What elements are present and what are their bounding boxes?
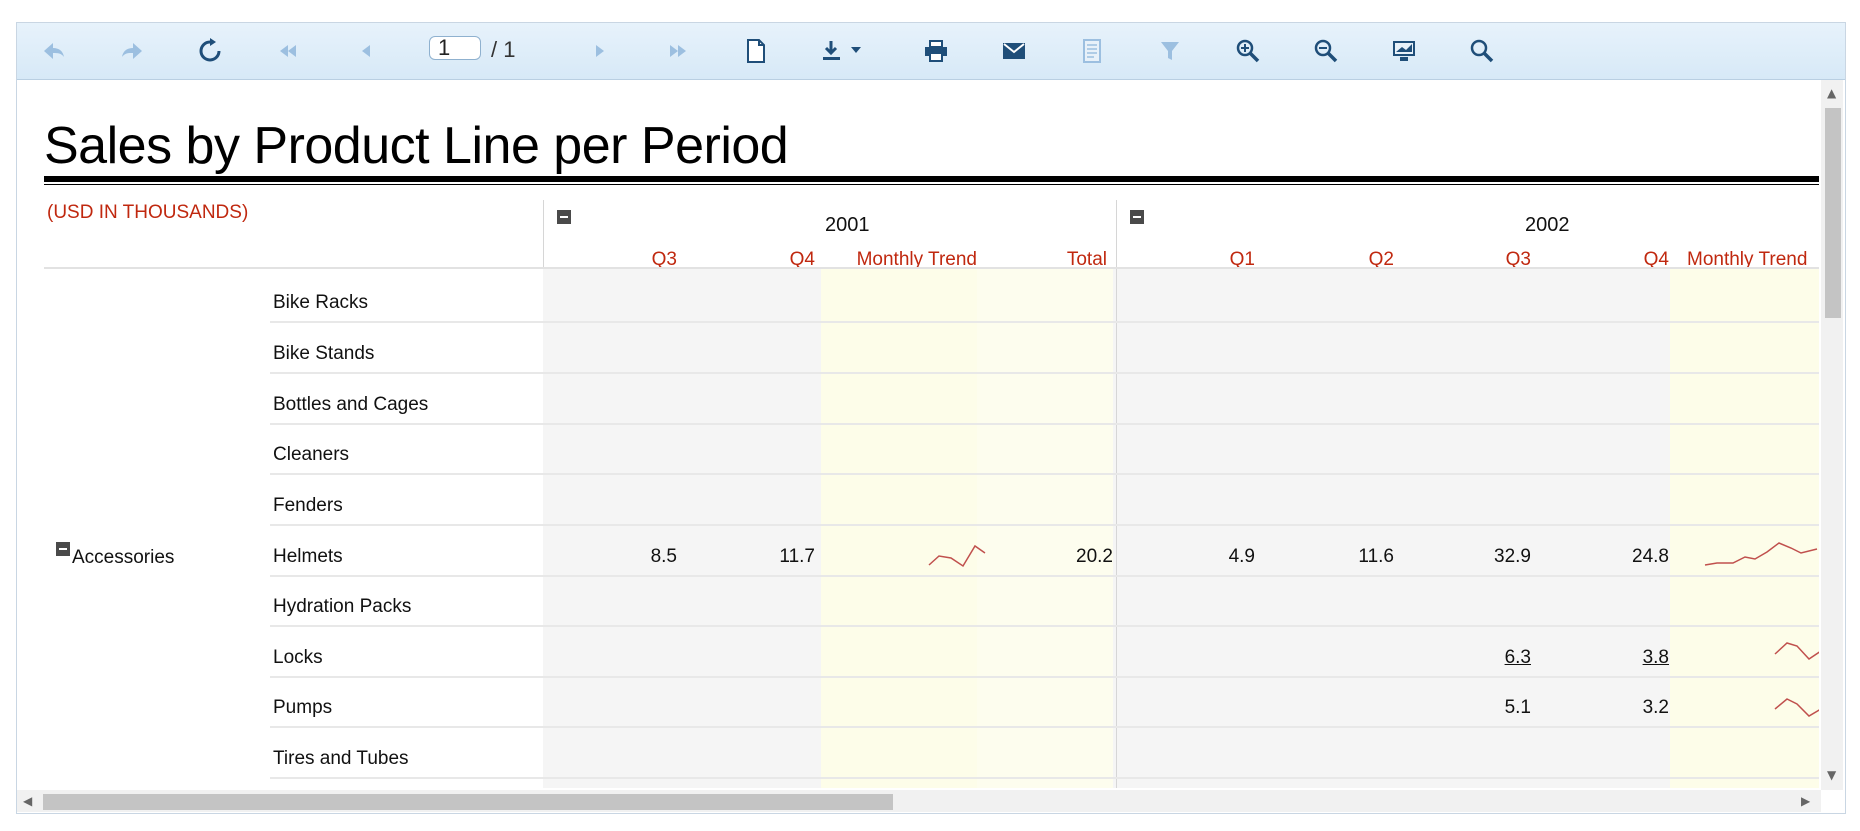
product-label: Bottles and Cages [273, 394, 429, 415]
next-page-icon[interactable] [585, 36, 615, 66]
horizontal-scrollbar[interactable]: ◀ ▶ [17, 790, 1821, 812]
scroll-left-icon[interactable]: ◀ [23, 794, 32, 808]
sparkline-helmets-2001 [928, 544, 986, 568]
collapse-accessories-icon[interactable] [56, 542, 70, 556]
prev-page-icon[interactable] [351, 36, 381, 66]
vertical-scroll-thumb[interactable] [1825, 108, 1841, 318]
cell-pumps-2002-q3: 5.1 [1504, 697, 1531, 718]
cell-helmets-2001-total: 20.2 [1076, 546, 1113, 567]
year-divider [1116, 269, 1117, 788]
sparkline-pumps-2002 [1774, 698, 1819, 717]
units-label: (USD IN THOUSANDS) [47, 202, 249, 223]
toolbar: / 1 [17, 23, 1845, 80]
row-divider [270, 321, 1819, 323]
scroll-down-icon[interactable]: ▼ [1827, 768, 1836, 782]
scroll-right-icon[interactable]: ▶ [1801, 794, 1810, 808]
product-label: Bike Stands [273, 343, 375, 364]
product-label: Bike Racks [273, 292, 369, 313]
year-2001: 2001 [825, 214, 870, 236]
product-label: Cleaners [273, 444, 350, 465]
cell-locks-2002-q3-link[interactable]: 6.3 [1431, 647, 1531, 669]
category-accessories: Accessories [72, 547, 175, 568]
page-number-input[interactable] [429, 36, 481, 60]
cell-locks-2002-q4-link[interactable]: 3.8 [1569, 647, 1669, 669]
row-divider [270, 726, 1819, 728]
scroll-up-icon[interactable]: ▲ [1827, 86, 1836, 100]
page-setup-icon[interactable] [741, 36, 771, 66]
row-divider [270, 473, 1819, 475]
fullscreen-icon[interactable] [1389, 36, 1419, 66]
report-title: Sales by Product Line per Period [44, 117, 789, 175]
row-divider [270, 372, 1819, 374]
zoom-in-icon[interactable] [1233, 36, 1263, 66]
product-label: Tires and Tubes [273, 748, 409, 769]
cell-helmets-2002-q3: 32.9 [1494, 546, 1531, 567]
product-label: Hydration Packs [273, 596, 412, 617]
collapse-2001-icon[interactable] [557, 210, 571, 224]
row-divider [270, 575, 1819, 577]
total-column-2001 [977, 269, 1113, 788]
row-divider [270, 777, 1819, 779]
title-rule-thin [44, 184, 1819, 185]
print-icon[interactable] [921, 36, 951, 66]
header-divider [1116, 200, 1117, 267]
product-label: Pumps [273, 697, 333, 718]
product-label: Locks [273, 647, 323, 668]
row-divider [270, 524, 1819, 526]
row-divider [270, 625, 1819, 627]
forward-icon[interactable] [117, 36, 147, 66]
cell-helmets-2002-q2: 11.6 [1358, 546, 1394, 567]
cell-helmets-2002-q1: 4.9 [1228, 546, 1255, 567]
back-icon[interactable] [39, 36, 69, 66]
header-divider [543, 200, 544, 267]
sparkline-helmets-2002 [1704, 542, 1818, 566]
cell-helmets-2001-q4: 11.7 [779, 546, 815, 567]
horizontal-scroll-thumb[interactable] [43, 794, 893, 810]
row-divider [270, 423, 1819, 425]
document-map-icon[interactable] [1077, 36, 1107, 66]
title-rule [44, 176, 1819, 182]
email-icon[interactable] [999, 36, 1029, 66]
last-page-icon[interactable] [663, 36, 693, 66]
trend-column-2001 [821, 269, 977, 788]
report-content: Sales by Product Line per Period (USD IN… [17, 80, 1819, 788]
sparkline-locks-2002 [1774, 642, 1819, 660]
export-icon[interactable] [819, 36, 871, 66]
row-divider [270, 676, 1819, 678]
product-label: Fenders [273, 495, 343, 516]
collapse-2002-icon[interactable] [1130, 210, 1144, 224]
filter-icon[interactable] [1155, 36, 1185, 66]
refresh-icon[interactable] [195, 36, 225, 66]
zoom-out-icon[interactable] [1311, 36, 1341, 66]
search-icon[interactable] [1467, 36, 1497, 66]
report-viewer: / 1 [16, 22, 1846, 814]
page-total-label: / 1 [491, 37, 516, 62]
cell-pumps-2002-q4: 3.2 [1642, 697, 1669, 718]
product-label: Helmets [273, 546, 343, 567]
cell-helmets-2001-q3: 8.5 [650, 546, 677, 567]
year-2002: 2002 [1525, 214, 1570, 236]
cell-helmets-2002-q4: 24.8 [1632, 546, 1669, 567]
vertical-scrollbar[interactable]: ▲ ▼ [1821, 80, 1843, 790]
first-page-icon[interactable] [273, 36, 303, 66]
